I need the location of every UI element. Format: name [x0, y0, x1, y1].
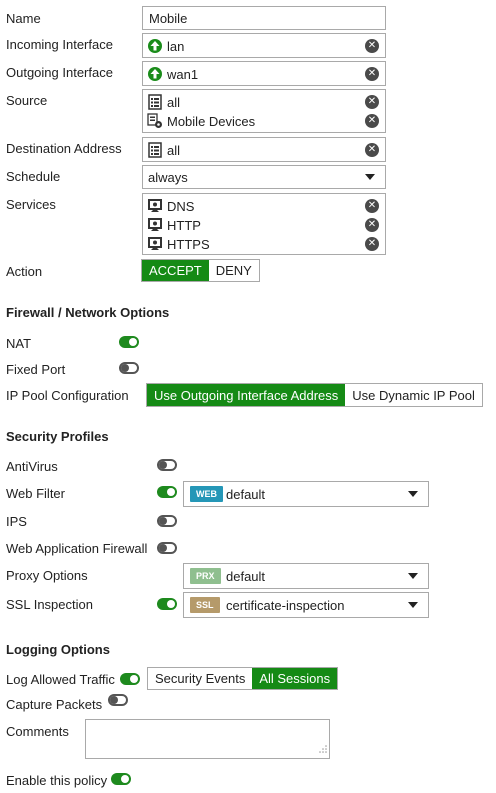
- list-item: all: [147, 93, 381, 111]
- all-sessions-button[interactable]: All Sessions: [252, 668, 338, 689]
- service-item-label: DNS: [167, 198, 195, 214]
- enable-policy-toggle[interactable]: [111, 773, 131, 785]
- service-item-label: HTTP: [167, 217, 201, 233]
- source-item-label: all: [167, 94, 181, 110]
- list-item: DNS: [147, 197, 381, 215]
- fixed-port-toggle[interactable]: [119, 362, 139, 374]
- chevron-down-icon: [365, 174, 375, 180]
- chevron-down-icon: [408, 491, 418, 497]
- services-field[interactable]: DNS ✕ HTTP ✕ HTTPS ✕: [142, 193, 386, 255]
- destination-address-field[interactable]: all ✕: [142, 137, 386, 162]
- waf-label: Web Application Firewall: [6, 541, 148, 556]
- ssl-inspection-value: certificate-inspection: [226, 598, 345, 613]
- outgoing-interface-value: wan1: [167, 66, 199, 82]
- schedule-value: always: [148, 170, 188, 185]
- green-up-arrow-icon: [147, 66, 163, 82]
- web-filter-value: default: [226, 487, 266, 502]
- list-item: HTTP: [147, 216, 381, 234]
- remove-x-icon[interactable]: ✕: [365, 218, 379, 232]
- ssl-inspection-toggle[interactable]: [157, 598, 177, 610]
- list-item: Mobile Devices: [147, 112, 381, 130]
- proxy-options-value: default: [226, 569, 266, 584]
- name-label: Name: [6, 11, 41, 26]
- name-input[interactable]: Mobile: [142, 6, 386, 30]
- web-badge: WEB: [190, 486, 223, 502]
- capture-packets-toggle[interactable]: [108, 694, 128, 706]
- remove-x-icon[interactable]: ✕: [365, 143, 379, 157]
- security-events-button[interactable]: Security Events: [148, 668, 253, 689]
- remove-x-icon[interactable]: ✕: [365, 39, 379, 53]
- remove-x-icon[interactable]: ✕: [365, 199, 379, 213]
- enable-policy-label: Enable this policy: [6, 773, 108, 788]
- chevron-down-icon: [408, 573, 418, 579]
- source-item-label: Mobile Devices: [167, 113, 256, 129]
- service-icon: [147, 217, 163, 233]
- fixed-port-label: Fixed Port: [6, 362, 66, 377]
- remove-x-icon[interactable]: ✕: [365, 67, 379, 81]
- destination-address-label: Destination Address: [6, 141, 122, 156]
- prx-badge: PRX: [190, 568, 221, 584]
- action-toggle-group: ACCEPT DENY: [141, 259, 260, 282]
- ips-toggle[interactable]: [157, 515, 177, 527]
- nat-label: NAT: [6, 336, 32, 351]
- action-accept-button[interactable]: ACCEPT: [142, 260, 209, 281]
- destination-address-value: all: [167, 142, 181, 158]
- web-filter-select[interactable]: WEB default: [183, 481, 429, 507]
- ip-pool-toggle-group: Use Outgoing Interface Address Use Dynam…: [146, 383, 483, 407]
- ips-label: IPS: [6, 514, 27, 529]
- resize-handle-icon[interactable]: [319, 741, 327, 756]
- remove-x-icon[interactable]: ✕: [365, 95, 379, 109]
- address-list-icon: [147, 142, 163, 158]
- outgoing-interface-field[interactable]: wan1 ✕: [142, 61, 386, 86]
- ssl-badge: SSL: [190, 597, 220, 613]
- action-label: Action: [6, 264, 43, 279]
- green-up-arrow-icon: [147, 38, 163, 54]
- ssl-inspection-label: SSL Inspection: [6, 597, 93, 612]
- comments-label: Comments: [6, 724, 69, 739]
- service-icon: [147, 198, 163, 214]
- list-item: HTTPS: [147, 235, 381, 253]
- source-field[interactable]: all ✕ Mobile Devices ✕: [142, 89, 386, 133]
- web-filter-label: Web Filter: [6, 486, 65, 501]
- remove-x-icon[interactable]: ✕: [365, 237, 379, 251]
- chevron-down-icon: [408, 602, 418, 608]
- outgoing-interface-label: Outgoing Interface: [6, 65, 113, 80]
- address-group-icon: [147, 113, 163, 129]
- service-icon: [147, 236, 163, 252]
- log-options-toggle-group: Security Events All Sessions: [147, 667, 339, 690]
- log-allowed-traffic-label: Log Allowed Traffic: [6, 672, 115, 687]
- services-label: Services: [6, 197, 56, 212]
- schedule-select[interactable]: always: [142, 165, 386, 189]
- action-deny-button[interactable]: DENY: [208, 260, 259, 281]
- source-label: Source: [6, 93, 48, 108]
- comments-textarea[interactable]: [85, 719, 330, 759]
- incoming-interface-label: Incoming Interface: [6, 37, 113, 52]
- use-outgoing-interface-button[interactable]: Use Outgoing Interface Address: [147, 384, 346, 406]
- remove-x-icon[interactable]: ✕: [365, 114, 379, 128]
- logging-section-title: Logging Options: [6, 642, 110, 657]
- incoming-interface-field[interactable]: lan ✕: [142, 33, 386, 58]
- ssl-inspection-select[interactable]: SSL certificate-inspection: [183, 592, 429, 618]
- log-allowed-traffic-toggle[interactable]: [120, 673, 140, 685]
- ip-pool-label: IP Pool Configuration: [6, 388, 129, 403]
- incoming-interface-value: lan: [167, 38, 185, 54]
- antivirus-label: AntiVirus: [6, 459, 58, 474]
- proxy-options-select[interactable]: PRX default: [183, 563, 429, 589]
- use-dynamic-ip-pool-button[interactable]: Use Dynamic IP Pool: [345, 384, 482, 406]
- address-list-icon: [147, 94, 163, 110]
- service-item-label: HTTPS: [167, 236, 210, 252]
- nat-toggle[interactable]: [119, 336, 139, 348]
- capture-packets-label: Capture Packets: [6, 697, 103, 712]
- web-filter-toggle[interactable]: [157, 486, 177, 498]
- name-value: Mobile: [149, 11, 188, 26]
- antivirus-toggle[interactable]: [157, 459, 177, 471]
- firewall-section-title: Firewall / Network Options: [6, 305, 170, 320]
- security-section-title: Security Profiles: [6, 429, 109, 444]
- schedule-label: Schedule: [6, 169, 61, 184]
- proxy-options-label: Proxy Options: [6, 568, 88, 583]
- waf-toggle[interactable]: [157, 542, 177, 554]
